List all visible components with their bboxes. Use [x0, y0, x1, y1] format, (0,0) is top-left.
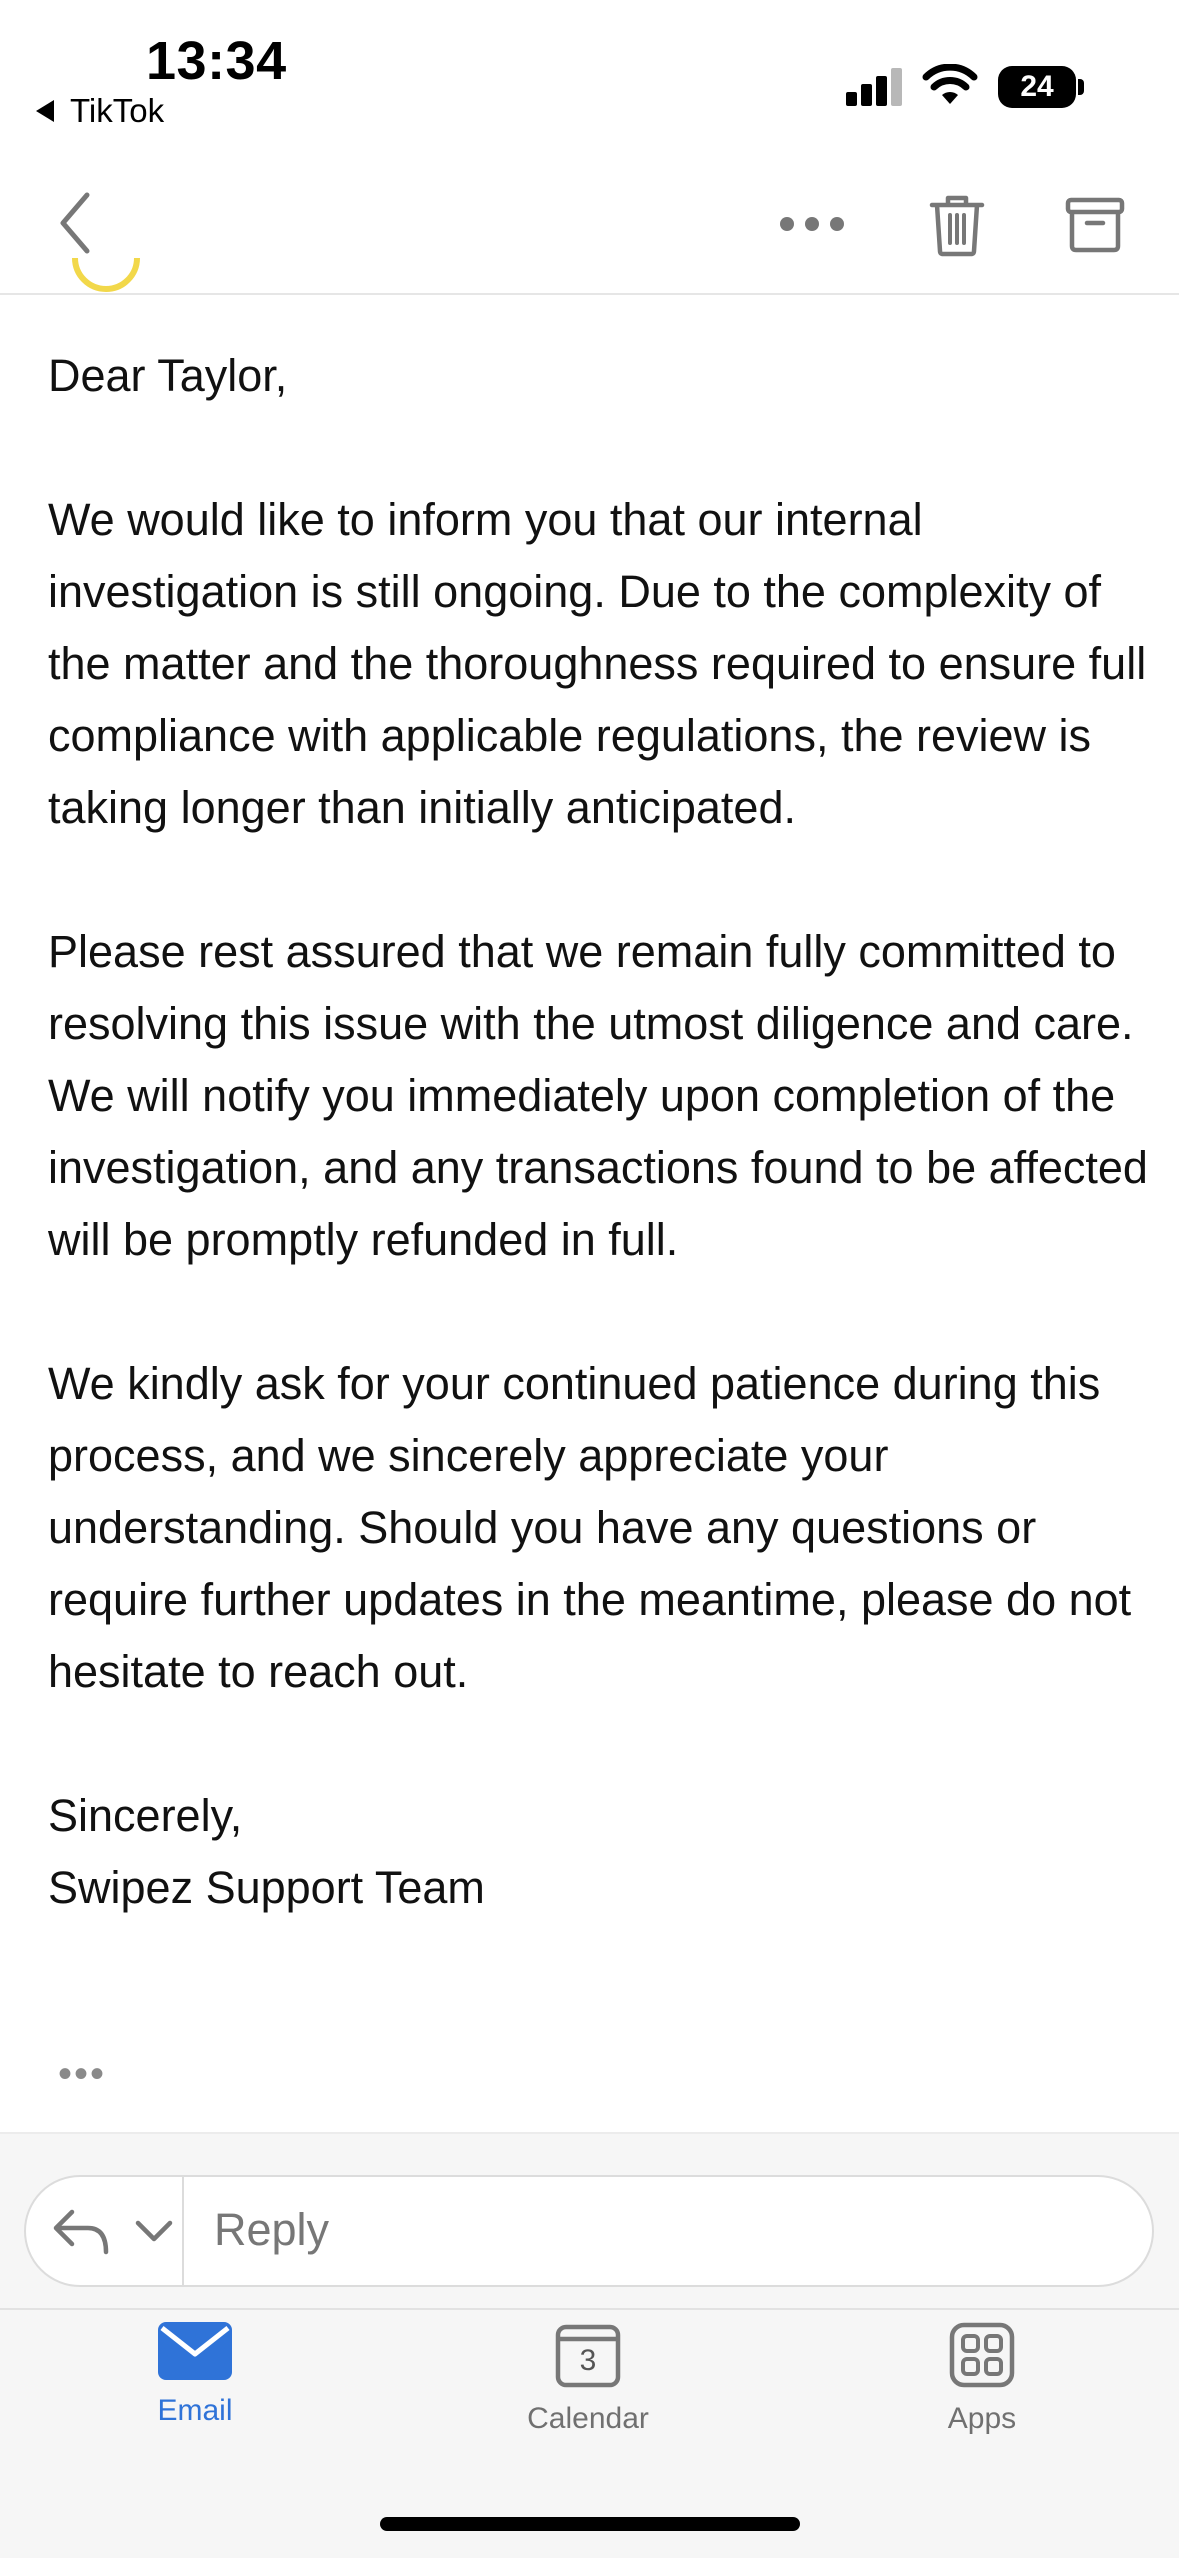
email-signature: Swipez Support Team	[48, 1862, 485, 1913]
reply-divider	[182, 2177, 184, 2285]
archive-button[interactable]	[1058, 190, 1132, 260]
reply-options-button[interactable]	[50, 2200, 174, 2262]
calendar-icon: 3	[555, 2322, 621, 2388]
email-paragraph-1: We would like to inform you that our int…	[48, 494, 1147, 833]
battery-icon: 24	[998, 66, 1076, 108]
trash-icon	[929, 195, 985, 257]
tab-apps[interactable]: Apps	[862, 2322, 1102, 2436]
battery-level: 24	[1020, 70, 1054, 103]
reply-field[interactable]	[24, 2175, 1154, 2287]
show-quoted-text-button[interactable]: •••	[58, 2052, 106, 2097]
more-options-button[interactable]	[772, 196, 852, 252]
archive-icon	[1065, 197, 1125, 253]
message-toolbar	[0, 150, 1179, 295]
email-body: Dear Taylor, We would like to inform you…	[48, 340, 1148, 1924]
calendar-date: 3	[579, 2344, 597, 2377]
tab-calendar-label: Calendar	[527, 2402, 649, 2435]
email-paragraph-3: We kindly ask for your continued patienc…	[48, 1358, 1132, 1697]
email-closing: Sincerely,	[48, 1790, 243, 1841]
reply-icon	[53, 2209, 109, 2255]
chevron-down-icon	[135, 2220, 173, 2242]
tab-calendar[interactable]: 3 Calendar	[468, 2322, 708, 2436]
back-to-app-link[interactable]: TikTok	[36, 92, 164, 130]
sender-avatar	[72, 258, 140, 298]
email-greeting: Dear Taylor,	[48, 350, 288, 401]
battery-tip	[1078, 79, 1084, 95]
apps-grid-icon	[949, 2322, 1015, 2388]
reply-input-placeholder[interactable]: Reply	[214, 2204, 329, 2256]
email-paragraph-2: Please rest assured that we remain fully…	[48, 926, 1148, 1265]
delete-button[interactable]	[922, 188, 992, 262]
more-icon	[780, 217, 844, 231]
back-triangle-icon	[36, 100, 54, 122]
status-bar: 13:34 TikTok 24	[0, 0, 1179, 150]
chevron-left-icon	[60, 192, 90, 254]
tab-email-label: Email	[157, 2394, 233, 2427]
home-indicator	[380, 2517, 800, 2531]
tab-apps-label: Apps	[947, 2402, 1017, 2435]
mail-icon	[158, 2322, 232, 2380]
tab-email[interactable]: Email	[75, 2322, 315, 2428]
back-button[interactable]	[44, 184, 104, 262]
signal-icon	[846, 68, 904, 106]
status-time: 13:34	[146, 31, 287, 91]
wifi-icon	[922, 64, 978, 104]
back-app-label: TikTok	[70, 92, 165, 129]
